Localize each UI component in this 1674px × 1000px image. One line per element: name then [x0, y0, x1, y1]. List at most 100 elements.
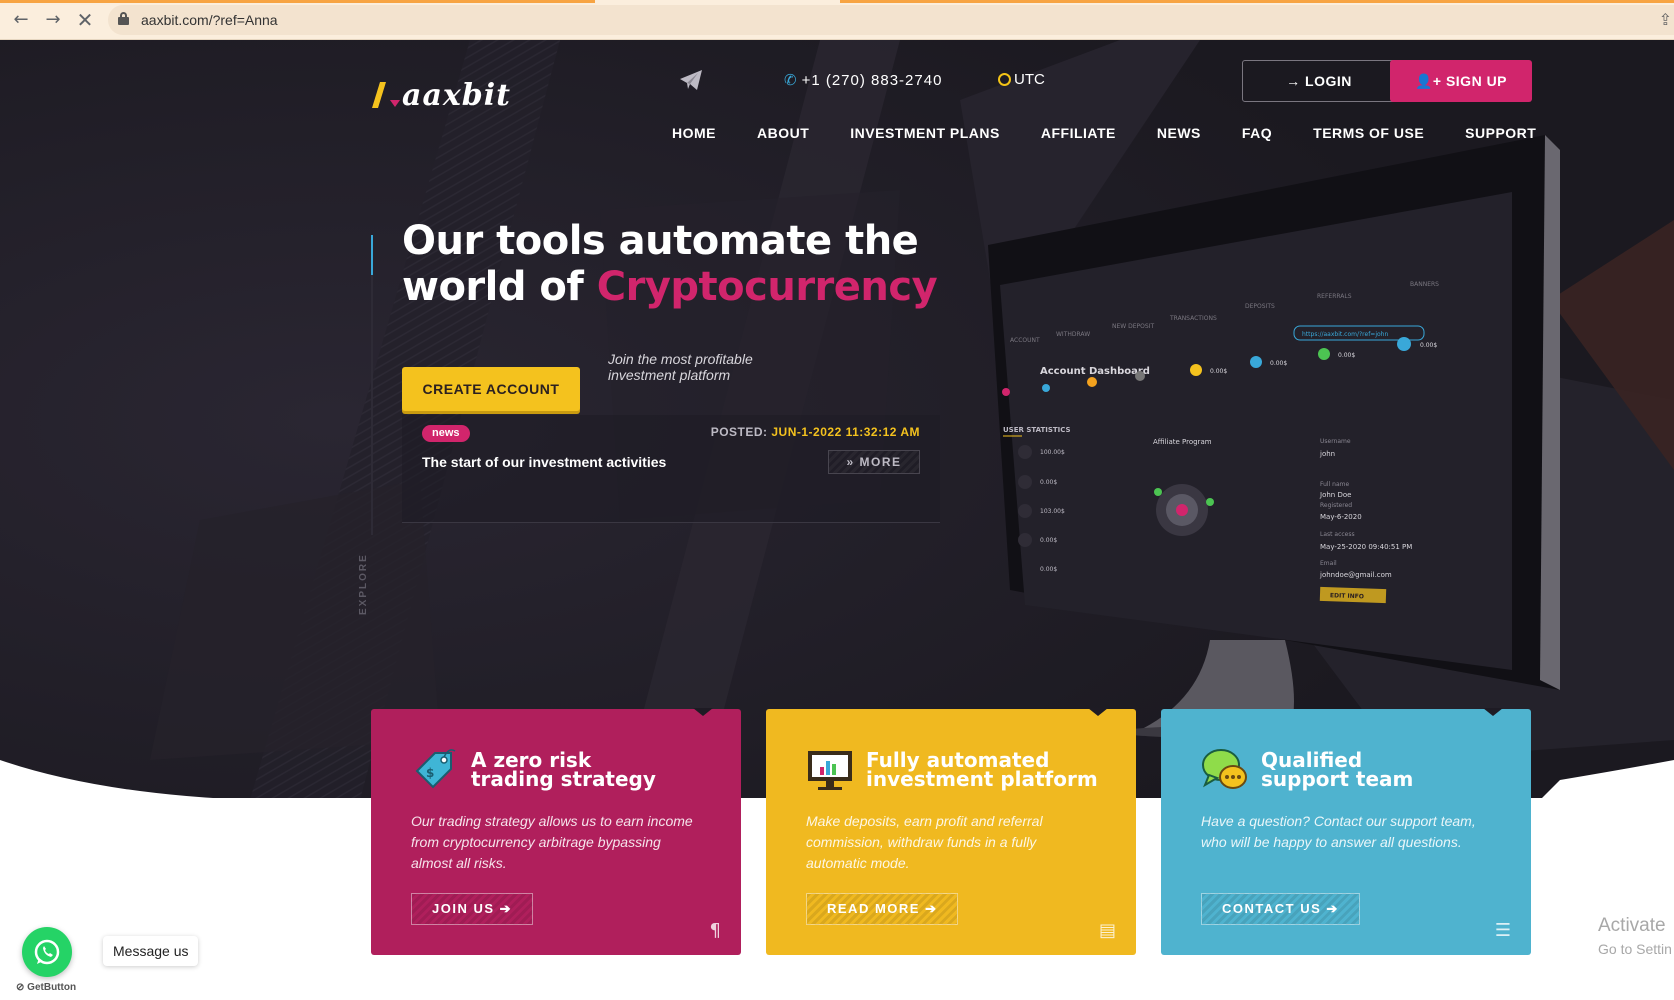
- phone-icon: ✆: [784, 72, 798, 89]
- nav-home[interactable]: HOME: [672, 125, 716, 141]
- clock-icon: [998, 73, 1011, 86]
- feature-card-zero-risk: $ A zero risk trading strategy Our tradin…: [371, 708, 741, 955]
- read-more-button[interactable]: READ MORE ➔: [806, 893, 959, 925]
- nav-terms-of-use[interactable]: TERMS OF USE: [1313, 125, 1424, 141]
- signup-button[interactable]: 👤+ SIGN UP: [1390, 60, 1532, 102]
- url-text[interactable]: aaxbit.com/?ref=Anna: [141, 12, 278, 28]
- card-description: Our trading strategy allows us to earn i…: [411, 813, 693, 871]
- nav-investment-plans[interactable]: INVESTMENT PLANS: [850, 125, 1000, 141]
- svg-text:NEW DEPOSIT: NEW DEPOSIT: [1112, 323, 1154, 330]
- hero-section: ACCOUNT WITHDRAW NEW DEPOSIT TRANSACTIONS …: [0, 40, 1674, 800]
- nav-about[interactable]: ABOUT: [757, 125, 809, 141]
- double-chevron-icon: »: [846, 455, 860, 469]
- card-title-line-2: trading strategy: [471, 767, 656, 791]
- contact-us-button[interactable]: CONTACT US ➔: [1201, 893, 1360, 925]
- login-label: LOGIN: [1305, 73, 1352, 89]
- svg-text:0.00$: 0.00$: [1040, 566, 1057, 573]
- address-bar[interactable]: [108, 5, 1674, 35]
- lock-icon: [118, 12, 129, 26]
- card-notch: [693, 708, 713, 716]
- join-us-button[interactable]: JOIN US ➔: [411, 893, 534, 925]
- svg-text:May-25-2020 09:40:51 PM: May-25-2020 09:40:51 PM: [1320, 543, 1412, 551]
- join-us-label: JOIN US: [432, 901, 495, 916]
- posted-label: POSTED:: [710, 425, 768, 439]
- card-title: Qualified support team: [1261, 750, 1414, 791]
- svg-text:0.00$: 0.00$: [1040, 479, 1057, 486]
- svg-text:0.00$: 0.00$: [1338, 352, 1355, 359]
- svg-text:Account Dashboard: Account Dashboard: [1040, 366, 1150, 377]
- svg-text:REFERRALS: REFERRALS: [1317, 293, 1352, 300]
- nav-support[interactable]: SUPPORT: [1465, 125, 1536, 141]
- svg-text:Email: Email: [1320, 560, 1337, 567]
- feature-card-automated: Fully automated investment platform Make …: [766, 708, 1136, 955]
- arrow-right-icon: ➔: [925, 901, 938, 916]
- arrow-right-icon: ➔: [499, 901, 513, 916]
- message-us-tooltip[interactable]: Message us: [103, 936, 199, 966]
- svg-text:Registered: Registered: [1320, 502, 1352, 509]
- document-icon: ▤: [1098, 920, 1116, 941]
- card-notch: [1088, 708, 1108, 716]
- svg-text:WITHDRAW: WITHDRAW: [1056, 331, 1090, 338]
- whatsapp-button[interactable]: [22, 927, 72, 977]
- stop-loading-icon[interactable]: ✕: [74, 9, 96, 31]
- timezone-text: UTC: [1014, 71, 1045, 88]
- svg-text:john: john: [1319, 450, 1335, 458]
- headline-prefix: world of: [402, 264, 597, 310]
- logo-mark-icon: [372, 82, 400, 108]
- forward-arrow-icon[interactable]: →: [42, 9, 64, 31]
- headline-highlight: Cryptocurrency: [596, 264, 938, 310]
- svg-text:0.00$: 0.00$: [1420, 342, 1437, 349]
- svg-text:$: $: [426, 766, 434, 780]
- svg-text:Last access: Last access: [1320, 531, 1355, 538]
- share-icon[interactable]: ⇪: [1659, 10, 1672, 29]
- news-ticker: news POSTED: JUN-1-2022 11:32:12 AM The …: [402, 415, 940, 523]
- card-title-line-2: investment platform: [866, 767, 1098, 791]
- explore-line: [371, 235, 373, 535]
- logo-text: aaxbit: [402, 78, 511, 113]
- svg-text:BANNERS: BANNERS: [1410, 281, 1439, 288]
- add-user-icon: 👤+: [1414, 73, 1446, 89]
- timezone-clock: UTC: [998, 71, 1045, 88]
- bookmark-icon: ¶: [709, 920, 721, 941]
- list-icon: ☰: [1494, 920, 1511, 941]
- loading-progress: [0, 0, 595, 3]
- login-button[interactable]: → LOGIN: [1242, 60, 1396, 102]
- back-arrow-icon[interactable]: ←: [10, 9, 32, 31]
- nav-news[interactable]: NEWS: [1157, 125, 1201, 141]
- windows-activation-subtitle: Go to Settin: [1598, 941, 1672, 957]
- create-account-button[interactable]: CREATE ACCOUNT: [402, 367, 580, 411]
- posted-date: JUN-1-2022 11:32:12 AM: [771, 425, 920, 439]
- nav-faq[interactable]: FAQ: [1242, 125, 1272, 141]
- phone-number[interactable]: ✆ +1 (270) 883-2740: [784, 71, 942, 89]
- svg-text:DEPOSITS: DEPOSITS: [1245, 303, 1275, 310]
- svg-text:Full name: Full name: [1320, 481, 1349, 488]
- arrow-right-icon: ➔: [1326, 901, 1339, 916]
- svg-text:May-6-2020: May-6-2020: [1320, 513, 1362, 521]
- nav-affiliate[interactable]: AFFILIATE: [1041, 125, 1116, 141]
- svg-text:TRANSACTIONS: TRANSACTIONS: [1169, 315, 1217, 322]
- svg-text:0.00$: 0.00$: [1270, 360, 1287, 367]
- getbutton-brand[interactable]: ⊘ GetButton: [16, 982, 76, 993]
- svg-text:100.00$: 100.00$: [1040, 449, 1065, 456]
- hero-headline: Our tools automate the world of Cryptocu…: [402, 218, 938, 310]
- svg-text:EDIT INFO: EDIT INFO: [1330, 592, 1364, 600]
- svg-text:https://aaxbit.com/?ref=john: https://aaxbit.com/?ref=john: [1302, 331, 1388, 338]
- svg-text:103.00$: 103.00$: [1040, 508, 1065, 515]
- news-more-button[interactable]: » MORE: [828, 450, 920, 474]
- whatsapp-icon: [34, 939, 60, 965]
- card-title-line-2: support team: [1261, 767, 1414, 791]
- more-label: MORE: [859, 455, 902, 469]
- explore-label[interactable]: EXPLORE: [358, 553, 369, 615]
- telegram-icon[interactable]: [680, 70, 702, 90]
- news-title[interactable]: The start of our investment activities: [422, 454, 666, 470]
- getbutton-label: GetButton: [27, 982, 77, 993]
- svg-text:John Doe: John Doe: [1319, 491, 1351, 499]
- hero-tagline: Join the most profitable investment plat…: [608, 351, 753, 383]
- login-arrow-icon: →: [1286, 73, 1306, 89]
- contact-us-label: CONTACT US: [1222, 901, 1322, 916]
- main-navigation: HOME ABOUT INVESTMENT PLANS AFFILIATE NE…: [672, 125, 1536, 141]
- headline-line-1: Our tools automate the: [402, 218, 919, 264]
- getbutton-icon: ⊘: [16, 982, 28, 993]
- card-notch: [1483, 708, 1503, 716]
- svg-text:USER STATISTICS: USER STATISTICS: [1003, 426, 1071, 434]
